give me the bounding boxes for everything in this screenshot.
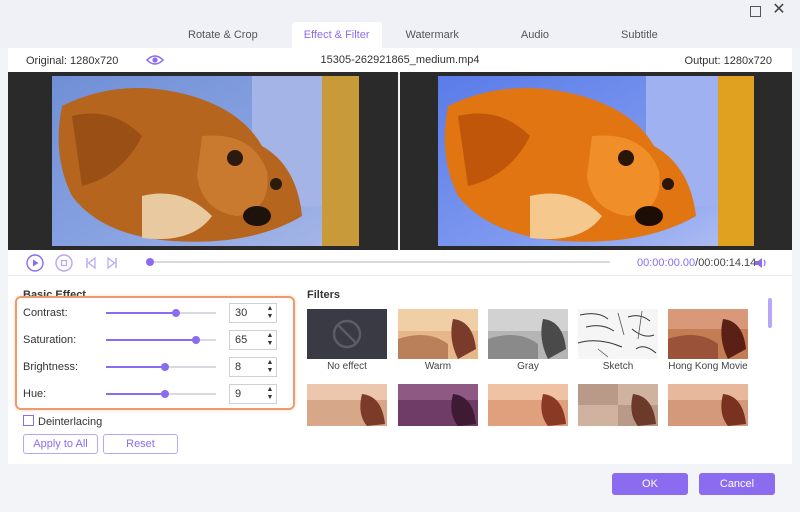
tab-subtitle[interactable]: Subtitle [609,22,670,48]
hue-stepper[interactable]: ▲ ▼ [265,386,275,402]
reset-button[interactable]: Reset [103,434,178,454]
tab-effect-filter[interactable]: Effect & Filter [291,22,382,48]
filter-thumbnail[interactable] [668,384,748,426]
filter-label-hong-kong-movie: Hong Kong Movie [668,361,748,372]
brightness-stepper[interactable]: ▲ ▼ [265,359,275,375]
contrast-label: Contrast: [23,307,68,319]
contrast-row: Contrast: 30 ▲ ▼ [23,303,283,323]
volume-icon[interactable] [754,256,768,270]
cancel-button[interactable]: Cancel [699,473,775,495]
filter-thumbnail-image [668,384,748,426]
filter-hong-kong-movie[interactable] [668,309,748,359]
filter-no-effect[interactable] [307,309,387,359]
stop-icon[interactable] [55,254,73,272]
filter-thumbnail-image [307,384,387,426]
contrast-stepper[interactable]: ▲ ▼ [265,305,275,321]
previous-frame-icon[interactable] [84,256,98,270]
filter-label-no-effect: No effect [327,361,367,372]
filters-title: Filters [307,289,341,301]
dog-photo-output [438,76,754,246]
saturation-slider-handle[interactable] [192,336,201,344]
timeline-handle[interactable] [146,258,154,266]
close-icon[interactable]: ✕ [772,2,786,18]
hong-kong-movie-thumbnail [668,309,748,359]
play-icon[interactable] [26,254,44,272]
filter-thumbnail-image [398,384,478,426]
total-time: 00:00:14.14 [698,257,757,269]
filter-thumbnail-image [578,384,658,426]
next-frame-icon[interactable] [105,256,119,270]
file-name: 15305-262921865_medium.mp4 [320,54,480,66]
filter-label-gray: Gray [517,361,539,372]
info-bar: Original: 1280x720 15305-262921865_mediu… [8,48,792,74]
current-time: 00:00:00.00 [637,257,696,269]
deinterlacing-label: Deinterlacing [38,416,103,428]
tab-watermark[interactable]: Watermark [394,22,471,48]
warm-thumbnail [398,309,478,359]
filters-scrollbar[interactable] [768,298,772,328]
timeline-track[interactable] [150,261,610,263]
filter-label-sketch: Sketch [602,361,634,372]
brightness-slider-fill [106,366,166,368]
tab-audio[interactable]: Audio [509,22,561,48]
output-preview [400,72,792,250]
ok-button[interactable]: OK [612,473,688,495]
filter-thumbnail[interactable] [578,384,658,426]
filter-gray[interactable] [488,309,568,359]
contrast-slider-handle[interactable] [172,309,181,317]
contrast-slider-fill [106,312,177,314]
filter-thumbnail-image [488,384,568,426]
output-resolution: Output: 1280x720 [684,55,772,67]
brightness-label: Brightness: [23,361,79,373]
hue-label: Hue: [23,388,47,400]
saturation-stepper[interactable]: ▲ ▼ [265,332,275,348]
sketch-thumbnail [578,309,658,359]
maximize-icon[interactable] [750,6,761,17]
hue-slider-handle[interactable] [161,390,170,398]
filter-label-warm: Warm [424,361,452,372]
filter-warm[interactable] [398,309,478,359]
gray-thumbnail [488,309,568,359]
hue-row: Hue: 9 ▲ ▼ [23,384,283,404]
saturation-slider-fill [106,339,197,341]
original-preview [8,72,398,250]
time-display: 00:00:00.00/00:00:14.14 [637,257,756,269]
saturation-label: Saturation: [23,334,77,346]
filter-thumbnail[interactable] [307,384,387,426]
apply-to-all-button[interactable]: Apply to All [23,434,98,454]
dog-photo-original [52,76,359,246]
filter-thumbnail[interactable] [488,384,568,426]
deinterlacing-checkbox[interactable] [23,415,34,426]
tab-rotate-crop[interactable]: Rotate & Crop [176,22,270,48]
no-effect-icon [332,319,362,349]
hue-slider-fill [106,393,166,395]
brightness-slider-handle[interactable] [161,363,170,371]
filter-thumbnail[interactable] [398,384,478,426]
saturation-row: Saturation: 65 ▲ ▼ [23,330,283,350]
filter-sketch[interactable] [578,309,658,359]
brightness-row: Brightness: 8 ▲ ▼ [23,357,283,377]
tab-bar: Rotate & Crop Effect & Filter Watermark … [176,22,670,48]
